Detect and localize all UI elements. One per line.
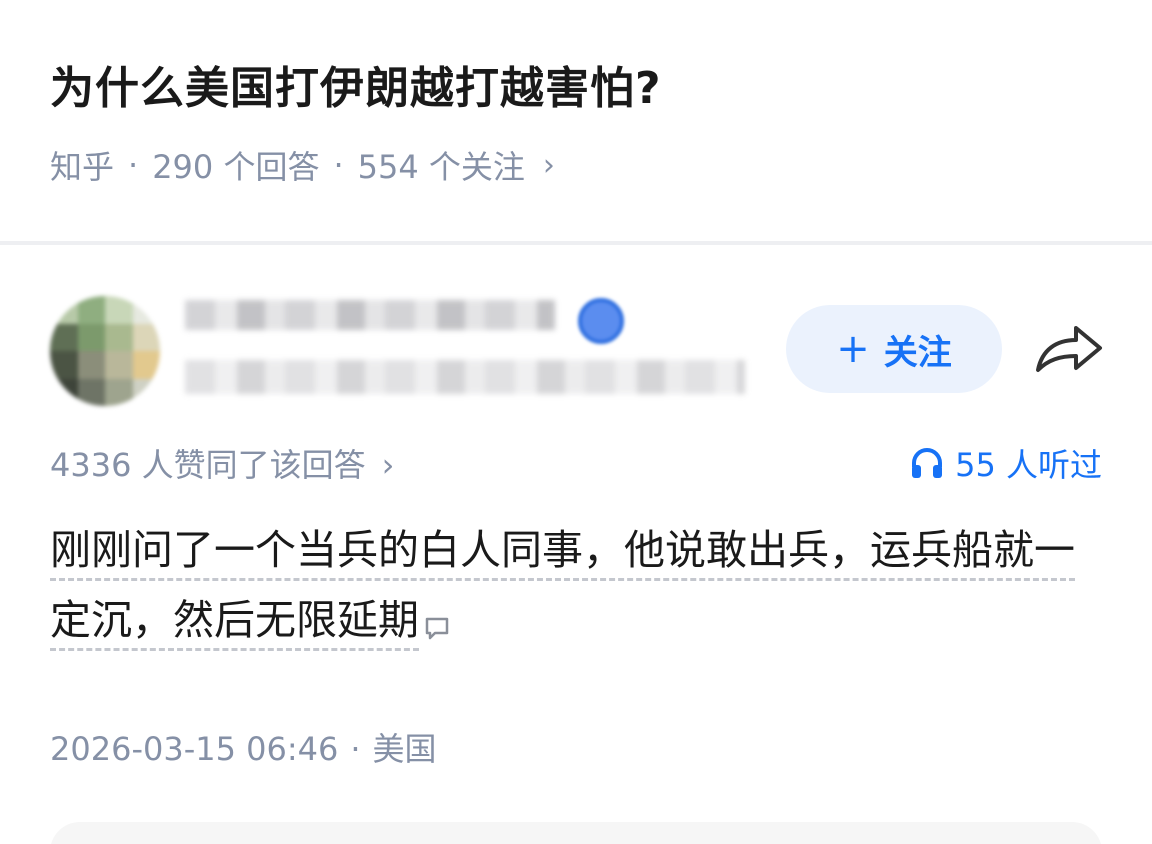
answer-date: 2026-03-15 06:46: [50, 730, 339, 768]
comment-bubble-icon[interactable]: [423, 614, 451, 642]
follow-button[interactable]: + 关注: [786, 305, 1002, 393]
source-label: 知乎: [50, 148, 115, 186]
author-bio-blurred: [185, 360, 745, 394]
author-name-blurred[interactable]: [185, 300, 555, 330]
answer-text: 刚刚问了一个当兵的白人同事，他说敢出兵，运兵船就一定沉，然后无限延期: [50, 526, 1075, 651]
plus-icon: +: [836, 326, 870, 372]
section-divider: [0, 241, 1152, 245]
avatar[interactable]: [50, 296, 160, 406]
verified-badge-icon: [578, 298, 624, 344]
followers-count: 554 个关注: [357, 148, 525, 186]
upvote-count[interactable]: 4336 人赞同了该回答 ›: [50, 440, 394, 486]
listen-text: 55 人听过: [955, 446, 1102, 484]
answer-content[interactable]: 刚刚问了一个当兵的白人同事，他说敢出兵，运兵船就一定沉，然后无限延期: [50, 515, 1110, 655]
upvote-text: 4336 人赞同了该回答: [50, 446, 366, 484]
follow-label: 关注: [883, 332, 952, 373]
answers-count: 290 个回答: [152, 148, 320, 186]
listen-stat[interactable]: 55 人听过: [909, 440, 1102, 486]
comment-card[interactable]: [50, 822, 1102, 844]
answer-location: 美国: [372, 730, 437, 768]
meta-separator: ·: [128, 146, 139, 184]
question-meta[interactable]: 知乎 · 290 个回答 · 554 个关注 ›: [50, 142, 555, 188]
answer-meta: 2026-03-15 06:46 · 美国: [50, 724, 437, 770]
chevron-right-icon: ›: [381, 446, 395, 484]
meta-separator: ·: [333, 146, 344, 184]
meta-separator: ·: [350, 730, 361, 768]
question-title[interactable]: 为什么美国打伊朗越打越害怕?: [50, 52, 662, 116]
chevron-right-icon: ›: [542, 147, 555, 183]
share-icon[interactable]: [1034, 320, 1104, 376]
answer-page: 为什么美国打伊朗越打越害怕? 知乎 · 290 个回答 · 554 个关注 › …: [0, 0, 1152, 844]
headphone-icon: [912, 448, 943, 478]
